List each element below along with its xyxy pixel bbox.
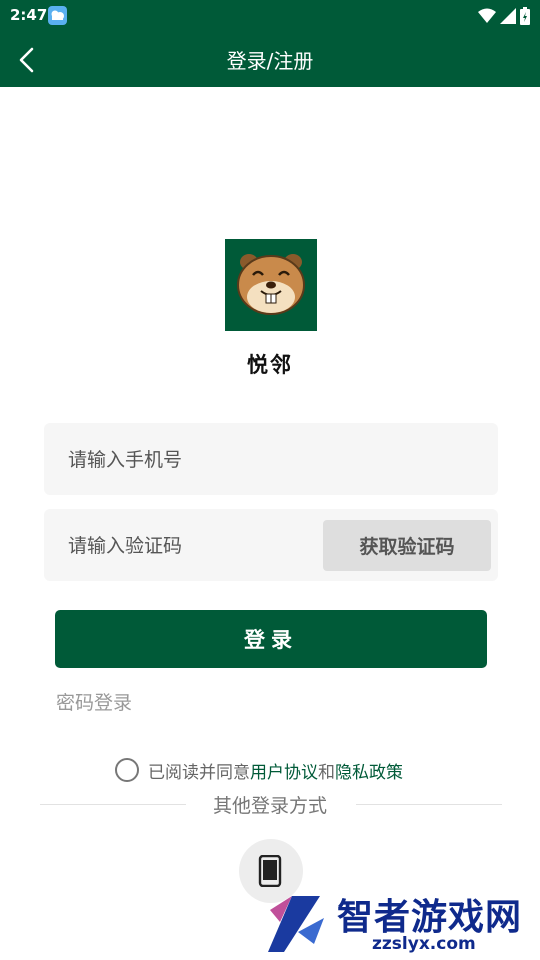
password-login-link[interactable]: 密码登录 bbox=[56, 688, 132, 715]
other-login-label: 其他登录方式 bbox=[212, 795, 327, 817]
watermark-url: zzslyx.com bbox=[372, 934, 476, 954]
status-icons bbox=[478, 6, 530, 26]
status-time: 2:47 bbox=[10, 6, 48, 24]
page-title: 登录/注册 bbox=[226, 49, 314, 73]
signal-icon bbox=[500, 8, 516, 24]
login-button[interactable]: 登录 bbox=[55, 610, 487, 668]
phone-login-button[interactable] bbox=[239, 839, 303, 903]
code-input[interactable] bbox=[66, 509, 310, 583]
agree-checkbox[interactable] bbox=[115, 758, 139, 782]
watermark: 智者游戏网 zzslyx.com bbox=[262, 890, 540, 960]
agreement-row: 已阅读并同意 用户协议和隐私政策 bbox=[115, 756, 403, 784]
phone-input[interactable] bbox=[66, 423, 480, 497]
wifi-icon bbox=[478, 8, 496, 23]
squirrel-mascot-logo bbox=[237, 254, 305, 315]
status-bar: 2:47 bbox=[0, 0, 540, 32]
privacy-policy-link[interactable]: 隐私政策 bbox=[335, 758, 403, 783]
get-code-button[interactable]: 获取验证码 bbox=[323, 520, 491, 571]
app-logo bbox=[225, 239, 317, 331]
code-field: 获取验证码 bbox=[44, 509, 498, 583]
app-bar: 登录/注册 bbox=[0, 32, 540, 87]
user-agreement-link[interactable]: 用户协议 bbox=[250, 758, 318, 783]
watermark-brand: 智者游戏网 bbox=[337, 897, 523, 938]
agreement-conjunction: 和 bbox=[318, 762, 335, 783]
photos-app-icon bbox=[48, 6, 67, 25]
phone-field bbox=[44, 423, 498, 497]
app-name: 悦邻 bbox=[247, 353, 293, 377]
battery-icon bbox=[520, 7, 530, 25]
agreement-prefix: 已阅读并同意 bbox=[148, 762, 250, 783]
phone-icon bbox=[258, 855, 282, 887]
